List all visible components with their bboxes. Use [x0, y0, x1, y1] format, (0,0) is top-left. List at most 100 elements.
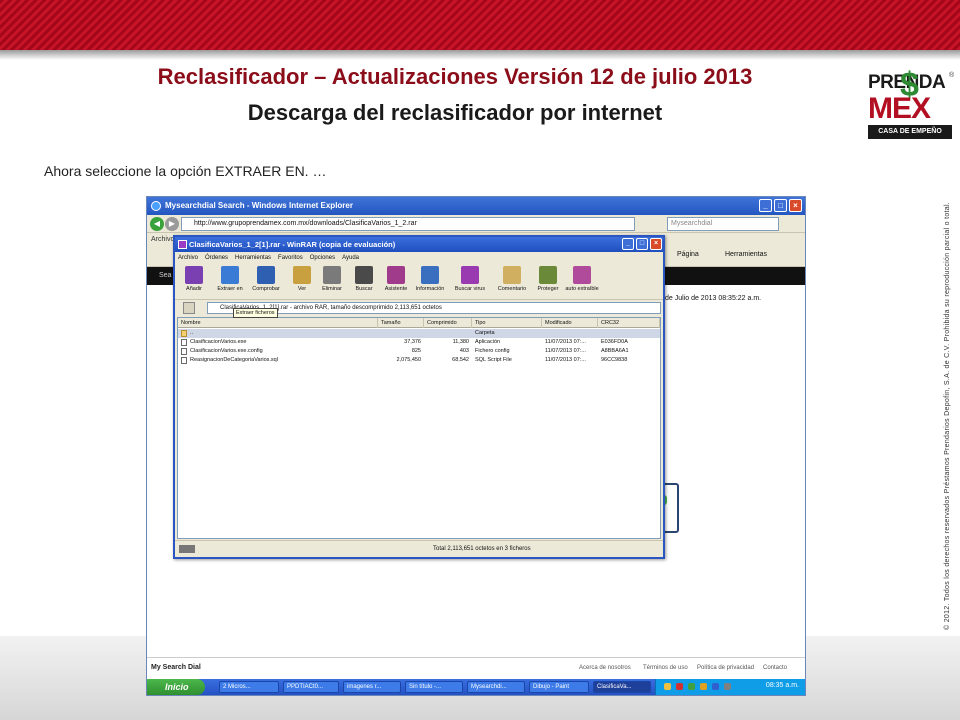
footer-link-terms[interactable]: Términos de uso [643, 665, 688, 671]
table-cell: ClasificacionVarios.exe [190, 339, 247, 345]
slide-title: Reclasificador – Actualizaciones Versión… [157, 64, 753, 89]
tray-icon[interactable] [724, 683, 731, 690]
ie-page-menu[interactable]: Página [677, 251, 699, 258]
toolbar-button[interactable]: Proteger [531, 266, 565, 298]
start-button[interactable]: Inicio [147, 679, 205, 695]
toolbar-label: Información [415, 286, 445, 292]
winrar-app-icon [178, 240, 187, 249]
taskbar-item[interactable]: imagenes r... [343, 681, 401, 693]
tray-icon[interactable] [700, 683, 707, 690]
toolbar-icon [461, 266, 479, 284]
ie-title-bar: Mysearchdial Search - Windows Internet E… [147, 197, 805, 215]
winrar-menu-item[interactable]: Ayuda [342, 255, 359, 261]
taskbar-item[interactable]: ClasificaVa... [593, 681, 651, 693]
tray-icon[interactable] [676, 683, 683, 690]
toolbar-button[interactable]: Buscar [347, 266, 381, 298]
table-row[interactable]: ReasignacionDeCategoriaVarios.sql 2,075,4… [178, 356, 660, 365]
toolbar-label: Buscar virus [454, 286, 486, 292]
winrar-title-bar: ClasificaVarios_1_2[1].rar - WinRAR (cop… [175, 237, 663, 252]
toolbar-button[interactable]: Añadir [177, 266, 211, 298]
footer-link-about[interactable]: Acerca de nosotros [579, 665, 631, 671]
status-total-text: Total 2,113,651 octetos en 3 ficheros [433, 546, 531, 552]
minimize-icon[interactable]: _ [622, 238, 634, 250]
toolbar-button[interactable]: Comentario [495, 266, 529, 298]
mysearchdial-logo: My Search Dial [151, 664, 201, 671]
column-header[interactable]: Tipo [472, 318, 542, 328]
winrar-window-buttons: _ □ × [622, 238, 662, 250]
toolbar-label: Comentario [497, 286, 527, 292]
maximize-icon[interactable]: □ [774, 199, 787, 212]
file-list-header: Nombre Tamaño Comprimido Tipo Modificado CRC3… [178, 318, 660, 328]
ie-search-input[interactable]: Mysearchdial [667, 217, 779, 231]
logo-mex-text: MEX [868, 92, 931, 125]
winrar-title-text: ClasificaVarios_1_2[1].rar - WinRAR (cop… [189, 240, 396, 249]
winrar-menu-item[interactable]: Opciones [310, 255, 335, 261]
toolbar-label: Extraer en [217, 286, 243, 292]
taskbar-item[interactable]: Sin título -... [405, 681, 463, 693]
tray-icon[interactable] [664, 683, 671, 690]
taskbar-item[interactable]: PPDTIACt0... [283, 681, 339, 693]
logo-tagline: CASA DE EMPEÑO [868, 125, 952, 139]
toolbar-button[interactable]: Extraer en [213, 266, 247, 298]
winrar-menu-item[interactable]: Archivo [178, 255, 198, 261]
table-cell: SQL Script File [475, 357, 512, 363]
column-header[interactable]: Nombre [178, 318, 378, 328]
file-icon [181, 339, 187, 346]
footer-link-contact[interactable]: Contacto [763, 665, 787, 671]
toolbar-button[interactable]: Buscar virus [453, 266, 487, 298]
table-row[interactable]: ClasificacionVarios.exe.config 825 403 Fich… [178, 347, 660, 356]
close-icon[interactable]: × [789, 199, 802, 212]
close-icon[interactable]: × [650, 238, 662, 250]
ie-menu-archivo[interactable]: Archivo [151, 236, 174, 243]
tray-icon[interactable] [712, 683, 719, 690]
taskbar-item[interactable]: 2 Micros... [219, 681, 279, 693]
instruction-text: Ahora seleccione la opción EXTRAER EN. … [44, 163, 327, 179]
column-header[interactable]: Comprimido [424, 318, 472, 328]
winrar-menu-item[interactable]: Favoritos [278, 255, 303, 261]
toolbar-label: Asistente [384, 286, 408, 292]
toolbar-button[interactable]: Ver [285, 266, 319, 298]
toolbar-label: Ver [297, 286, 307, 292]
table-cell: ClasificacionVarios.exe.config [190, 348, 263, 354]
winrar-menu-item[interactable]: Órdenes [205, 255, 228, 261]
forward-arrow-icon[interactable]: ▶ [165, 217, 179, 231]
table-cell: .. [190, 330, 194, 336]
toolbar-icon [503, 266, 521, 284]
taskbar-item[interactable]: Dibujo - Paint [529, 681, 589, 693]
banner-shadow [0, 50, 960, 60]
ie-tools-menu[interactable]: Herramientas [725, 251, 767, 258]
address-input[interactable]: http://www.grupoprendamex.com.mx/downloa… [181, 217, 635, 231]
copyright-vertical: © 2012. Todos los derechos reservados Pr… [944, 201, 951, 630]
ie-window-buttons: _ □ × [759, 199, 802, 212]
prendamex-logo: PRENDA $ ® MEX CASA DE EMPEÑO [866, 66, 956, 142]
toolbar-button[interactable]: auto extraíble [565, 266, 599, 298]
toolbar-button[interactable]: Información [413, 266, 447, 298]
file-icon [181, 357, 187, 364]
logo-registered-mark: ® [949, 72, 955, 79]
toolbar-label: Buscar [355, 286, 373, 292]
winrar-menu-item[interactable]: Herramientas [235, 255, 271, 261]
table-row[interactable]: ClasificacionVarios.exe 37,376 11,380 Aplic… [178, 338, 660, 347]
column-header[interactable]: Tamaño [378, 318, 424, 328]
up-folder-icon[interactable] [183, 302, 195, 314]
toolbar-button[interactable]: Eliminar [315, 266, 349, 298]
taskbar-item[interactable]: Mysearchdi... [467, 681, 525, 693]
column-header[interactable]: CRC32 [598, 318, 660, 328]
tray-icon[interactable] [688, 683, 695, 690]
ie-page-footer: My Search Dial Acerca de nosotros Términ… [147, 657, 805, 679]
toolbar-button[interactable]: Asistente [379, 266, 413, 298]
windows-taskbar: Inicio 2 Micros... PPDTIACt0... imagenes r… [147, 679, 805, 695]
table-row[interactable]: .. Carpeta [178, 329, 660, 338]
footer-link-privacy[interactable]: Política de privacidad [697, 665, 754, 671]
toolbar-button[interactable]: Comprobar [249, 266, 283, 298]
column-header[interactable]: Modificado [542, 318, 598, 328]
slide-subtitle: Descarga del reclasificador por internet [247, 100, 663, 125]
ie-page-date: de Julio de 2013 08:35:22 a.m. [665, 295, 762, 302]
maximize-icon[interactable]: □ [636, 238, 648, 250]
table-cell: 96CC9838 [601, 357, 628, 363]
presentation-slide: Reclasificador – Actualizaciones Versión… [0, 0, 960, 720]
toolbar-icon [221, 266, 239, 284]
back-arrow-icon[interactable]: ◀ [150, 217, 164, 231]
table-cell: 2,075,450 [396, 357, 421, 363]
minimize-icon[interactable]: _ [759, 199, 772, 212]
